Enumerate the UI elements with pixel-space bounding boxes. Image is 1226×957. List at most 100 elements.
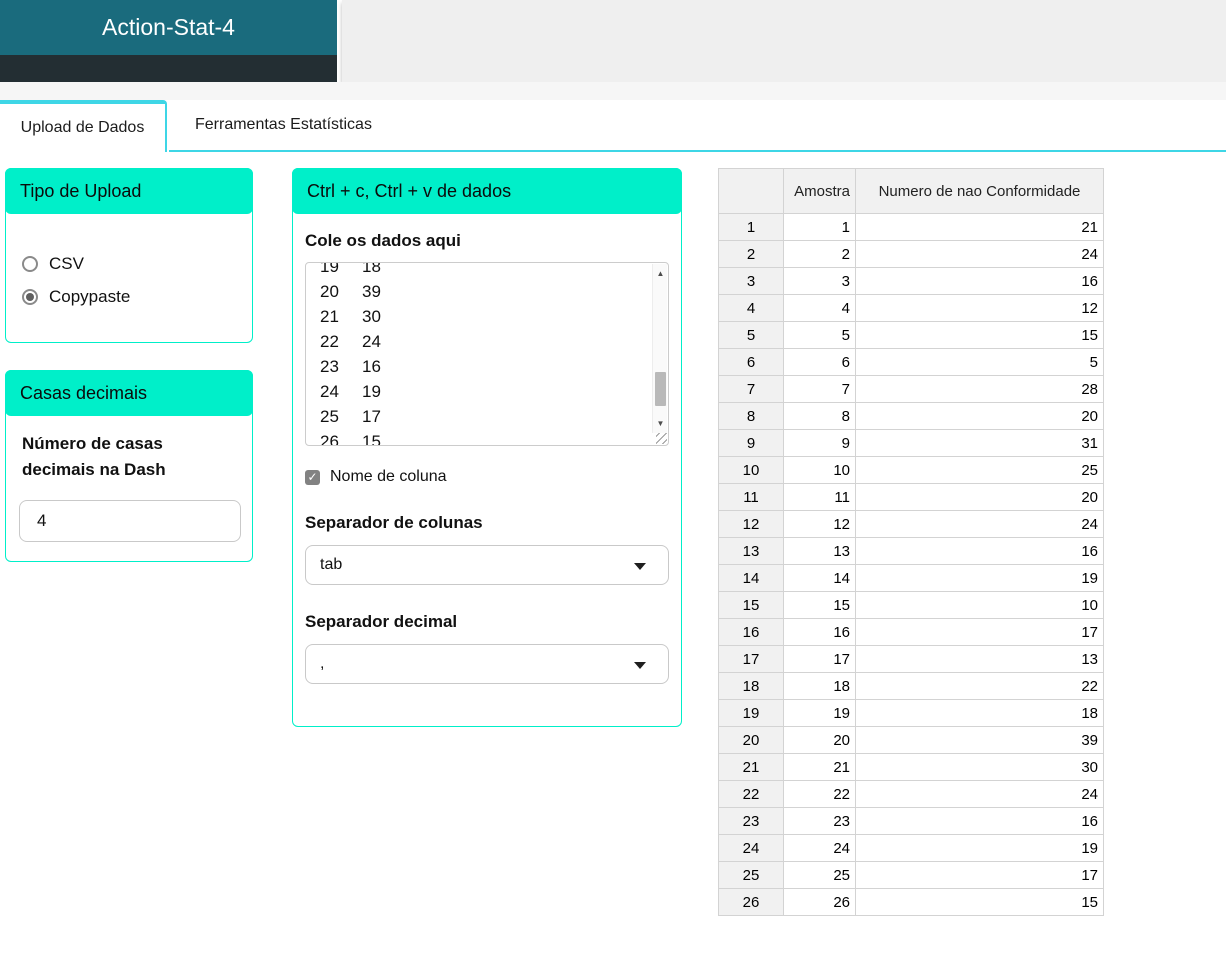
table-cell[interactable]: 20 (855, 402, 1104, 430)
table-cell[interactable]: 23 (783, 807, 856, 835)
table-cell[interactable]: 16 (855, 537, 1104, 565)
row-index-cell[interactable]: 20 (718, 726, 784, 754)
decimal-separator-dropdown[interactable]: , (305, 644, 669, 684)
row-index-cell[interactable]: 23 (718, 807, 784, 835)
decimals-input[interactable] (19, 500, 241, 542)
row-index-cell[interactable]: 4 (718, 294, 784, 322)
table-row: 26 26 15 (718, 888, 1104, 916)
table-cell[interactable]: 15 (855, 321, 1104, 349)
table-cell[interactable]: 18 (855, 699, 1104, 727)
checkbox-checked-icon[interactable]: ✓ (305, 469, 320, 485)
row-index-cell[interactable]: 1 (718, 213, 784, 241)
table-cell[interactable]: 30 (855, 753, 1104, 781)
paste-textarea[interactable]: 19 18 20 39 21 30 22 24 23 16 24 19 25 17 26 15 ▲ ▼ (305, 262, 669, 446)
table-cell[interactable]: 15 (783, 591, 856, 619)
table-cell[interactable]: 9 (783, 429, 856, 457)
row-index-cell[interactable]: 13 (718, 537, 784, 565)
table-cell[interactable]: 24 (783, 834, 856, 862)
table-cell[interactable]: 5 (855, 348, 1104, 376)
table-cell[interactable]: 16 (783, 618, 856, 646)
table-cell[interactable]: 6 (783, 348, 856, 376)
row-index-cell[interactable]: 2 (718, 240, 784, 268)
table-row: 19 19 18 (718, 699, 1104, 727)
table-cell[interactable]: 21 (855, 213, 1104, 241)
decimals-card: Casas decimais Número de casas decimais … (5, 370, 253, 562)
table-cell[interactable]: 18 (783, 672, 856, 700)
row-index-cell[interactable]: 25 (718, 861, 784, 889)
table-cell[interactable]: 16 (855, 267, 1104, 295)
row-index-cell[interactable]: 8 (718, 402, 784, 430)
scroll-up-icon[interactable]: ▲ (653, 266, 668, 281)
row-index-cell[interactable]: 15 (718, 591, 784, 619)
table-cell[interactable]: 15 (855, 888, 1104, 916)
table-cell[interactable]: 2 (783, 240, 856, 268)
tab-ferramentas-estatisticas[interactable]: Ferramentas Estatísticas (169, 100, 412, 150)
table-cell[interactable]: 12 (783, 510, 856, 538)
tab-upload-de-dados[interactable]: Upload de Dados (0, 100, 167, 152)
radio-option-csv[interactable]: CSV (22, 254, 252, 274)
row-index-cell[interactable]: 11 (718, 483, 784, 511)
table-cell[interactable]: 20 (855, 483, 1104, 511)
table-cell[interactable]: 14 (783, 564, 856, 592)
row-index-cell[interactable]: 6 (718, 348, 784, 376)
table-cell[interactable]: 12 (855, 294, 1104, 322)
table-cell[interactable]: 7 (783, 375, 856, 403)
row-index-cell[interactable]: 19 (718, 699, 784, 727)
table-cell[interactable]: 24 (855, 510, 1104, 538)
table-row: 20 20 39 (718, 726, 1104, 754)
textarea-scrollbar[interactable]: ▲ ▼ (652, 264, 667, 433)
textarea-line: 24 19 (320, 382, 381, 401)
table-cell[interactable]: 31 (855, 429, 1104, 457)
scrollbar-thumb[interactable] (655, 372, 666, 407)
table-cell[interactable]: 21 (783, 753, 856, 781)
row-index-cell[interactable]: 7 (718, 375, 784, 403)
table-cell[interactable]: 13 (855, 645, 1104, 673)
table-cell[interactable]: 25 (855, 456, 1104, 484)
table-cell[interactable]: 10 (855, 591, 1104, 619)
radio-option-copypaste[interactable]: Copypaste (22, 287, 252, 307)
table-cell[interactable]: 3 (783, 267, 856, 295)
row-index-cell[interactable]: 3 (718, 267, 784, 295)
row-index-cell[interactable]: 10 (718, 456, 784, 484)
scroll-down-icon[interactable]: ▼ (653, 416, 668, 431)
table-cell[interactable]: 25 (783, 861, 856, 889)
table-cell[interactable]: 17 (783, 645, 856, 673)
table-cell[interactable]: 19 (855, 834, 1104, 862)
table-cell[interactable]: 5 (783, 321, 856, 349)
row-index-cell[interactable]: 17 (718, 645, 784, 673)
table-cell[interactable]: 22 (855, 672, 1104, 700)
row-index-cell[interactable]: 5 (718, 321, 784, 349)
resize-grip-icon[interactable] (656, 433, 667, 444)
table-cell[interactable]: 24 (855, 780, 1104, 808)
table-cell[interactable]: 19 (783, 699, 856, 727)
table-cell[interactable]: 20 (783, 726, 856, 754)
table-cell[interactable]: 24 (855, 240, 1104, 268)
table-cell[interactable]: 17 (855, 861, 1104, 889)
radio-selected-icon[interactable] (22, 289, 38, 305)
row-index-cell[interactable]: 24 (718, 834, 784, 862)
column-name-checkbox-row[interactable]: ✓ Nome de coluna (305, 468, 681, 486)
table-cell[interactable]: 28 (855, 375, 1104, 403)
row-index-cell[interactable]: 9 (718, 429, 784, 457)
radio-icon[interactable] (22, 256, 38, 272)
row-index-cell[interactable]: 21 (718, 753, 784, 781)
row-index-cell[interactable]: 12 (718, 510, 784, 538)
table-cell[interactable]: 8 (783, 402, 856, 430)
table-cell[interactable]: 17 (855, 618, 1104, 646)
row-index-cell[interactable]: 14 (718, 564, 784, 592)
table-cell[interactable]: 11 (783, 483, 856, 511)
row-index-cell[interactable]: 26 (718, 888, 784, 916)
column-separator-dropdown[interactable]: tab (305, 545, 669, 585)
table-cell[interactable]: 16 (855, 807, 1104, 835)
row-index-cell[interactable]: 16 (718, 618, 784, 646)
table-cell[interactable]: 13 (783, 537, 856, 565)
row-index-cell[interactable]: 18 (718, 672, 784, 700)
table-cell[interactable]: 39 (855, 726, 1104, 754)
table-cell[interactable]: 26 (783, 888, 856, 916)
table-cell[interactable]: 4 (783, 294, 856, 322)
row-index-cell[interactable]: 22 (718, 780, 784, 808)
table-cell[interactable]: 19 (855, 564, 1104, 592)
table-cell[interactable]: 22 (783, 780, 856, 808)
table-cell[interactable]: 10 (783, 456, 856, 484)
table-cell[interactable]: 1 (783, 213, 856, 241)
